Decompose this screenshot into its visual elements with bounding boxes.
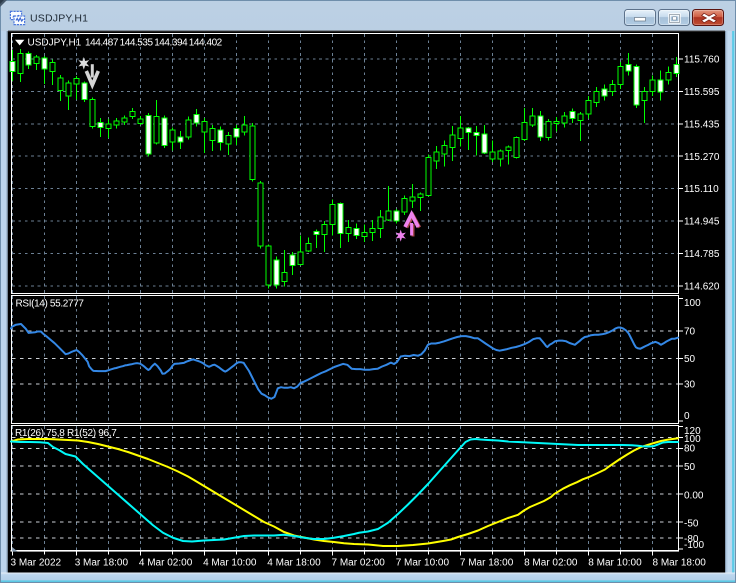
svg-text:114.785: 114.785 <box>684 249 720 260</box>
svg-text:114.620: 114.620 <box>684 281 720 292</box>
svg-text:50: 50 <box>684 462 696 473</box>
svg-text:8 Mar 10:00: 8 Mar 10:00 <box>588 557 642 568</box>
svg-text:0: 0 <box>684 411 690 422</box>
svg-text:7 Mar 10:00: 7 Mar 10:00 <box>396 557 450 568</box>
svg-text:-50: -50 <box>684 519 699 530</box>
svg-text:4 Mar 18:00: 4 Mar 18:00 <box>267 557 321 568</box>
svg-text:-100: -100 <box>684 540 704 551</box>
svg-text:0.00: 0.00 <box>684 490 704 501</box>
svg-text:RSI(14) 55.2777: RSI(14) 55.2777 <box>16 298 85 309</box>
svg-text:144.402: 144.402 <box>189 38 223 49</box>
svg-text:30: 30 <box>684 380 696 391</box>
svg-text:7 Mar 02:00: 7 Mar 02:00 <box>332 557 386 568</box>
svg-text:144.535: 144.535 <box>120 38 154 49</box>
svg-text:115.595: 115.595 <box>684 87 720 98</box>
svg-text:115.270: 115.270 <box>684 152 720 163</box>
svg-text:144.394: 144.394 <box>154 38 188 49</box>
svg-text:3 Mar 18:00: 3 Mar 18:00 <box>75 557 129 568</box>
svg-text:50: 50 <box>684 354 696 365</box>
svg-text:114.945: 114.945 <box>684 217 720 228</box>
svg-text:80: 80 <box>684 444 696 455</box>
svg-text:3 Mar 2022: 3 Mar 2022 <box>11 557 62 568</box>
svg-text:115.435: 115.435 <box>684 119 720 130</box>
svg-text:8 Mar 18:00: 8 Mar 18:00 <box>653 557 707 568</box>
svg-text:4 Mar 10:00: 4 Mar 10:00 <box>203 557 257 568</box>
svg-text:70: 70 <box>684 327 696 338</box>
svg-text:USDJPY,H1: USDJPY,H1 <box>28 38 82 49</box>
svg-text:8 Mar 02:00: 8 Mar 02:00 <box>524 557 578 568</box>
svg-text:4 Mar 02:00: 4 Mar 02:00 <box>139 557 193 568</box>
svg-text:R1(26) 75,8 R1(52) 96,7: R1(26) 75,8 R1(52) 96,7 <box>15 428 117 439</box>
svg-text:115.110: 115.110 <box>684 184 719 195</box>
svg-text:144.487: 144.487 <box>85 38 119 49</box>
svg-text:100: 100 <box>684 298 701 309</box>
svg-text:115.760: 115.760 <box>684 55 720 66</box>
svg-text:USDJPY,H1: USDJPY,H1 <box>30 12 88 24</box>
svg-text:7 Mar 18:00: 7 Mar 18:00 <box>460 557 514 568</box>
